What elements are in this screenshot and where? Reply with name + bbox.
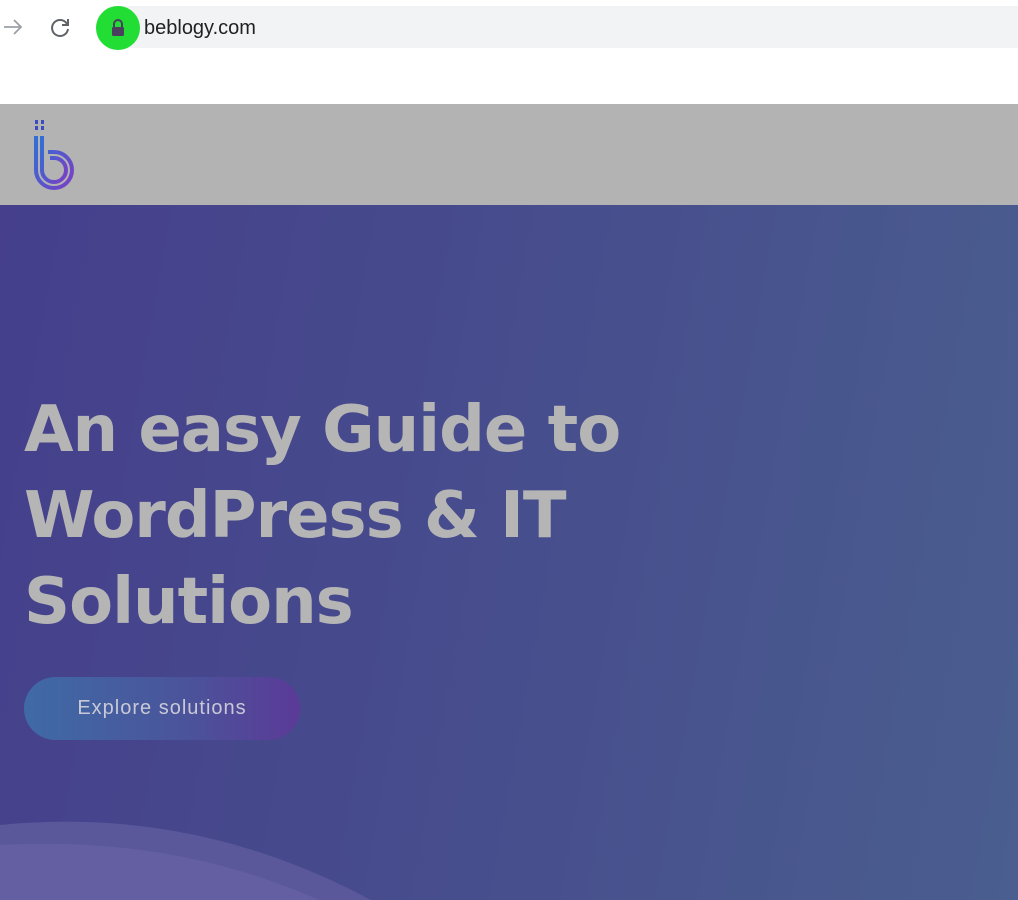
browser-toolbar: beblogy.com — [0, 0, 1018, 56]
lock-icon — [112, 19, 124, 36]
site-info-button[interactable] — [96, 6, 140, 50]
url-text[interactable]: beblogy.com — [144, 14, 256, 42]
hero-section: An easy Guide to WordPress & IT Solution… — [0, 205, 1018, 900]
arrow-forward-icon — [4, 19, 23, 35]
reload-icon — [51, 19, 69, 37]
reload-button[interactable] — [46, 14, 74, 42]
beblogy-logo[interactable] — [28, 118, 82, 190]
hero-title-line: Solutions — [24, 565, 354, 639]
hero-title-line: An easy Guide to — [24, 393, 621, 467]
hero-title-line: WordPress & IT — [24, 479, 567, 553]
site-header — [0, 104, 1018, 205]
hero-title: An easy Guide to WordPress & IT Solution… — [24, 387, 724, 645]
explore-solutions-button[interactable]: Explore solutions — [24, 677, 300, 740]
forward-button[interactable] — [0, 14, 26, 40]
decorative-wave — [0, 821, 371, 900]
